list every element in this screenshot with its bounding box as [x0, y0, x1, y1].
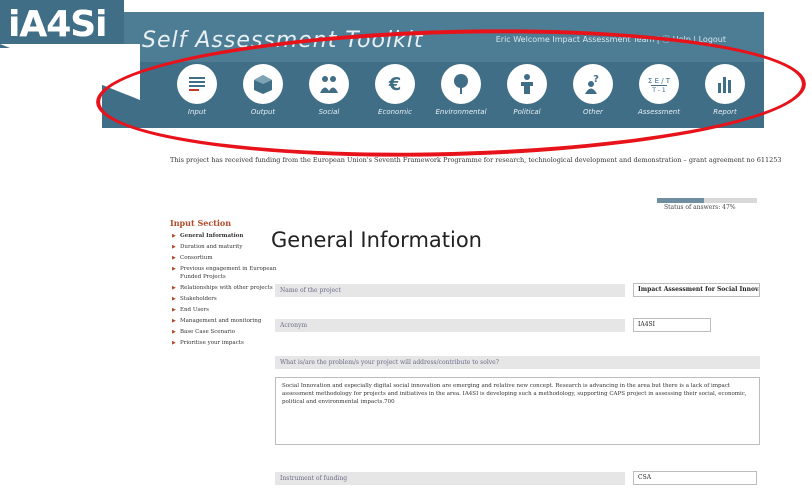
status-text: Status of answers: 47%: [664, 204, 736, 211]
funding-notice: This project has received funding from t…: [170, 156, 782, 164]
status-progress-fill: [657, 198, 704, 203]
sidebar-title: Input Section: [170, 218, 232, 228]
euro-icon: €: [375, 64, 415, 104]
status-progress-bar: [657, 198, 757, 203]
bar-chart-icon: [705, 64, 745, 104]
nav-label: Environmental: [435, 108, 487, 116]
user-bar[interactable]: Eric Welcome Impact Assessment Team | ⓘ …: [496, 34, 726, 45]
main-nav: Input Output Social € Economic Environme…: [170, 64, 770, 128]
problem-label: What is/are the problem/s your project w…: [275, 356, 760, 369]
nav-label: Output: [250, 108, 276, 116]
sidebar-item-label: Duration and maturity: [180, 244, 243, 250]
sidebar-item-end-users[interactable]: ▶ End Users: [170, 306, 280, 314]
cube-icon: [243, 64, 283, 104]
sidebar-item-label: Management and monitoring: [180, 318, 262, 324]
nav-label: Other: [583, 108, 603, 116]
nav-label: Assessment: [638, 108, 680, 116]
nav-label: Social: [318, 108, 340, 116]
nav-economic[interactable]: € Economic: [368, 64, 422, 128]
sidebar-item-base-case[interactable]: ▶ Base Case Scenario: [170, 328, 280, 336]
nav-social[interactable]: Social: [302, 64, 356, 128]
podium-icon: [507, 64, 547, 104]
sidebar-item-label: Previous engagement in European Funded P…: [180, 266, 277, 280]
sidebar-item-general-information[interactable]: ▶ General Information: [170, 232, 280, 240]
svg-text:T - 1: T - 1: [651, 87, 666, 94]
sidebar-item-previous-engagement[interactable]: ▶ Previous engagement in European Funded …: [170, 265, 280, 281]
sidebar-item-label: Stakeholders: [180, 296, 217, 302]
sidebar-item-label: Consortium: [180, 255, 213, 261]
sidebar-item-label: General Information: [180, 233, 244, 239]
nav-input[interactable]: Input: [170, 64, 224, 128]
people-icon: [309, 64, 349, 104]
arrow-right-icon: ▶: [172, 244, 176, 250]
sidebar-item-relationships[interactable]: ▶ Relationships with other projects: [170, 284, 280, 292]
svg-text:Σ E / T: Σ E / T: [648, 77, 671, 85]
acronym-label: Acronym: [275, 319, 625, 332]
sidebar-item-consortium[interactable]: ▶ Consortium: [170, 254, 280, 262]
arrow-right-icon: ▶: [172, 285, 176, 291]
app-title: Self Assessment Toolkit: [142, 28, 424, 53]
nav-output[interactable]: Output: [236, 64, 290, 128]
nav-label: Political: [513, 108, 541, 116]
project-name-field[interactable]: Impact Assessment for Social Innovation: [633, 283, 760, 297]
instrument-select[interactable]: CSA: [633, 471, 757, 485]
svg-text:€: €: [388, 74, 402, 95]
arrow-right-icon: ▶: [172, 318, 176, 324]
acronym-field[interactable]: IA4SI: [633, 318, 711, 332]
nav-assessment[interactable]: Σ E / T T - 1 Assessment: [632, 64, 686, 128]
page-title: General Information: [271, 228, 482, 252]
nav-report[interactable]: Report: [698, 64, 752, 128]
sidebar-item-stakeholders[interactable]: ▶ Stakeholders: [170, 295, 280, 303]
formula-icon: Σ E / T T - 1: [639, 64, 679, 104]
tree-icon: [441, 64, 481, 104]
question-icon: ?: [573, 64, 613, 104]
logo[interactable]: iA4Si: [0, 0, 140, 116]
project-name-label: Name of the project: [275, 284, 625, 297]
arrow-right-icon: ▶: [172, 340, 176, 346]
nav-label: Economic: [378, 108, 412, 116]
sidebar-item-label: Base Case Scenario: [180, 329, 236, 335]
sidebar-item-management[interactable]: ▶ Management and monitoring: [170, 317, 280, 325]
arrow-right-icon: ▶: [172, 329, 176, 335]
logo-triangle: [0, 44, 140, 100]
arrow-right-icon: ▶: [172, 233, 176, 239]
arrow-right-icon: ▶: [172, 266, 176, 272]
arrow-right-icon: ▶: [172, 307, 176, 313]
arrow-right-icon: ▶: [172, 255, 176, 261]
arrow-right-icon: ▶: [172, 296, 176, 302]
sidebar-item-duration[interactable]: ▶ Duration and maturity: [170, 243, 280, 251]
sidebar-item-label: End Users: [180, 307, 209, 313]
list-icon: [177, 64, 217, 104]
nav-label: Report: [713, 108, 737, 116]
sidebar-item-label: Prioritise your impacts: [180, 340, 244, 346]
svg-text:?: ?: [593, 74, 599, 85]
instrument-label: Instrument of funding: [275, 472, 625, 485]
nav-label: Input: [187, 108, 207, 116]
header: Self Assessment Toolkit Eric Welcome Imp…: [0, 0, 812, 128]
nav-political[interactable]: Political: [500, 64, 554, 128]
logo-text: iA4Si: [8, 4, 108, 45]
sidebar-item-prioritise[interactable]: ▶ Prioritise your impacts: [170, 339, 280, 347]
problem-textarea[interactable]: Social Innovation and especially digital…: [275, 377, 760, 445]
sidebar-item-label: Relationships with other projects: [180, 285, 273, 291]
nav-environmental[interactable]: Environmental: [434, 64, 488, 128]
sidebar: Input Section ▶ General Information ▶ Dura…: [170, 218, 280, 350]
nav-other[interactable]: ? Other: [566, 64, 620, 128]
